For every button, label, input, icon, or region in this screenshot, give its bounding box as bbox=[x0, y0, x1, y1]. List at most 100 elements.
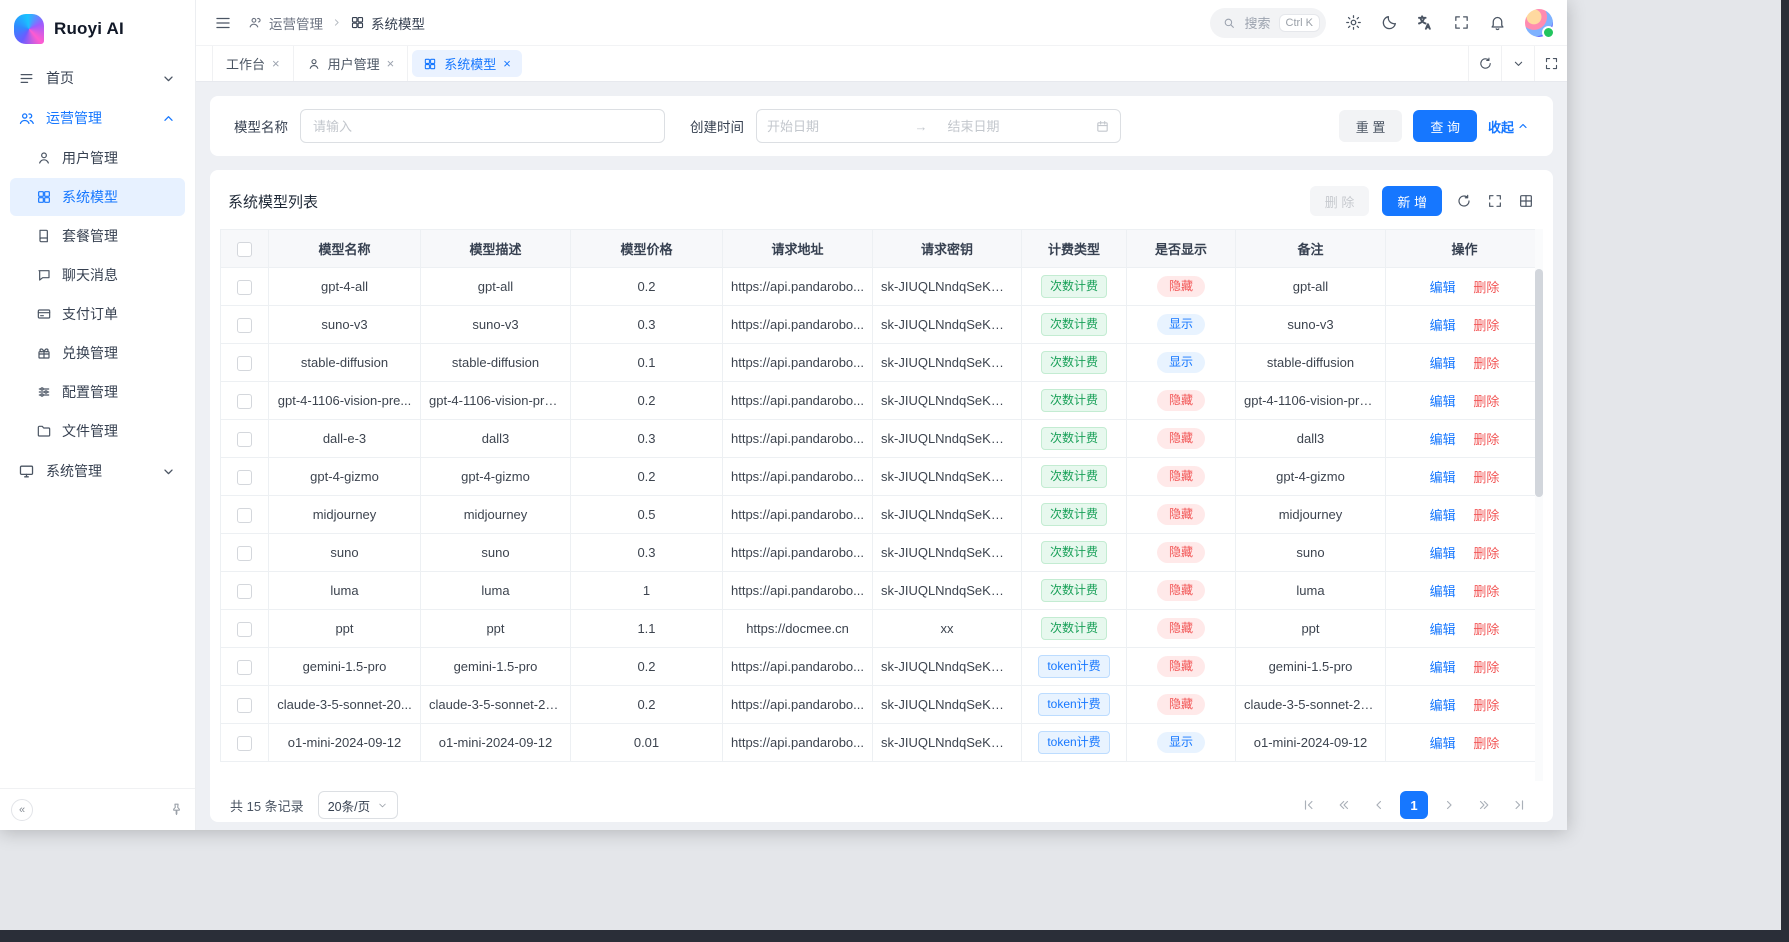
row-checkbox[interactable] bbox=[237, 470, 252, 485]
hamburger-menu-icon[interactable] bbox=[208, 8, 238, 38]
breadcrumb-system-model[interactable]: 系统模型 bbox=[350, 13, 425, 33]
end-date-input[interactable] bbox=[934, 119, 1090, 134]
reset-button[interactable]: 重 置 bbox=[1339, 110, 1403, 142]
sidebar-collapse-button[interactable]: « bbox=[11, 799, 33, 821]
close-icon[interactable]: × bbox=[272, 57, 280, 70]
edit-link[interactable]: 编辑 bbox=[1430, 470, 1456, 485]
last-page-button[interactable] bbox=[1505, 791, 1533, 819]
sidebar-item-chat-messages[interactable]: 聊天消息 bbox=[10, 256, 185, 294]
row-checkbox[interactable] bbox=[237, 280, 252, 295]
page-number-1[interactable]: 1 bbox=[1400, 791, 1428, 819]
model-name-input[interactable] bbox=[300, 109, 665, 143]
chevron-down-icon[interactable] bbox=[1501, 46, 1534, 81]
edit-link[interactable]: 编辑 bbox=[1430, 280, 1456, 295]
sidebar-item-exchange-management[interactable]: 兑换管理 bbox=[10, 334, 185, 372]
row-checkbox[interactable] bbox=[237, 660, 252, 675]
delete-link[interactable]: 删除 bbox=[1473, 280, 1499, 295]
collapse-filter-link[interactable]: 收起 bbox=[1488, 117, 1529, 136]
sidebar-item-config-management[interactable]: 配置管理 bbox=[10, 373, 185, 411]
cell-remark: dall3 bbox=[1236, 420, 1386, 458]
delete-button[interactable]: 删 除 bbox=[1310, 186, 1370, 216]
row-checkbox[interactable] bbox=[237, 432, 252, 447]
language-translate-icon[interactable]: 文A bbox=[1417, 14, 1434, 31]
tab-user-management[interactable]: 用户管理 × bbox=[294, 46, 409, 81]
prev-page-button[interactable] bbox=[1365, 791, 1393, 819]
delete-link[interactable]: 删除 bbox=[1473, 660, 1499, 675]
row-checkbox[interactable] bbox=[237, 356, 252, 371]
fullscreen-icon[interactable] bbox=[1453, 14, 1470, 31]
refresh-icon[interactable] bbox=[1455, 192, 1473, 210]
edit-link[interactable]: 编辑 bbox=[1430, 508, 1456, 523]
refresh-icon[interactable] bbox=[1468, 46, 1501, 81]
delete-link[interactable]: 删除 bbox=[1473, 356, 1499, 371]
delete-link[interactable]: 删除 bbox=[1473, 622, 1499, 637]
next-page-button[interactable] bbox=[1435, 791, 1463, 819]
row-checkbox[interactable] bbox=[237, 622, 252, 637]
edit-link[interactable]: 编辑 bbox=[1430, 622, 1456, 637]
cell-operations: 编辑 删除 bbox=[1386, 420, 1544, 458]
edit-link[interactable]: 编辑 bbox=[1430, 432, 1456, 447]
pin-icon[interactable] bbox=[169, 802, 184, 817]
query-button[interactable]: 查 询 bbox=[1413, 110, 1477, 142]
sidebar-item-home[interactable]: 首页 bbox=[10, 58, 185, 98]
delete-link[interactable]: 删除 bbox=[1473, 698, 1499, 713]
sidebar-item-system-management[interactable]: 系统管理 bbox=[10, 451, 185, 491]
dark-mode-moon-icon[interactable] bbox=[1381, 14, 1398, 31]
row-checkbox[interactable] bbox=[237, 584, 252, 599]
first-page-button[interactable] bbox=[1295, 791, 1323, 819]
tab-workbench[interactable]: 工作台 × bbox=[212, 46, 294, 81]
cell-model-name: ppt bbox=[269, 610, 421, 648]
column-settings-icon[interactable] bbox=[1517, 192, 1535, 210]
notification-bell-icon[interactable] bbox=[1489, 14, 1506, 31]
cell-model-name: gemini-1.5-pro bbox=[269, 648, 421, 686]
edit-link[interactable]: 编辑 bbox=[1430, 356, 1456, 371]
cell-model-name: gpt-4-1106-vision-pre... bbox=[269, 382, 421, 420]
row-checkbox[interactable] bbox=[237, 394, 252, 409]
close-icon[interactable]: × bbox=[387, 57, 395, 70]
tab-system-model[interactable]: 系统模型 × bbox=[412, 50, 522, 77]
row-checkbox[interactable] bbox=[237, 508, 252, 523]
sidebar-item-system-model[interactable]: 系统模型 bbox=[10, 178, 185, 216]
delete-link[interactable]: 删除 bbox=[1473, 432, 1499, 447]
row-checkbox[interactable] bbox=[237, 698, 252, 713]
edit-link[interactable]: 编辑 bbox=[1430, 584, 1456, 599]
sidebar-item-user-management[interactable]: 用户管理 bbox=[10, 139, 185, 177]
select-all-checkbox[interactable] bbox=[237, 242, 252, 257]
date-range-picker[interactable]: → bbox=[756, 109, 1121, 143]
maximize-icon[interactable] bbox=[1534, 46, 1567, 81]
add-button[interactable]: 新 增 bbox=[1382, 186, 1442, 216]
sidebar-item-operations[interactable]: 运营管理 bbox=[10, 98, 185, 138]
page-size-select[interactable]: 20条/页 bbox=[318, 791, 398, 819]
start-date-input[interactable] bbox=[767, 119, 909, 134]
jump-prev-button[interactable] bbox=[1330, 791, 1358, 819]
delete-link[interactable]: 删除 bbox=[1473, 470, 1499, 485]
edit-link[interactable]: 编辑 bbox=[1430, 394, 1456, 409]
breadcrumb-operations[interactable]: 运营管理 bbox=[248, 13, 323, 33]
delete-link[interactable]: 删除 bbox=[1473, 318, 1499, 333]
user-avatar[interactable] bbox=[1525, 9, 1553, 37]
edit-link[interactable]: 编辑 bbox=[1430, 660, 1456, 675]
row-checkbox[interactable] bbox=[237, 318, 252, 333]
delete-link[interactable]: 删除 bbox=[1473, 736, 1499, 751]
vertical-scrollbar[interactable] bbox=[1535, 269, 1543, 497]
global-search[interactable]: 搜索 Ctrl K bbox=[1210, 8, 1326, 38]
delete-link[interactable]: 删除 bbox=[1473, 394, 1499, 409]
close-icon[interactable]: × bbox=[503, 57, 511, 70]
tab-bar: 工作台 × 用户管理 × 系统模型 × bbox=[196, 46, 1567, 82]
delete-link[interactable]: 删除 bbox=[1473, 508, 1499, 523]
fullscreen-icon[interactable] bbox=[1486, 192, 1504, 210]
sidebar-item-package-management[interactable]: 套餐管理 bbox=[10, 217, 185, 255]
edit-link[interactable]: 编辑 bbox=[1430, 736, 1456, 751]
delete-link[interactable]: 删除 bbox=[1473, 546, 1499, 561]
edit-link[interactable]: 编辑 bbox=[1430, 546, 1456, 561]
delete-link[interactable]: 删除 bbox=[1473, 584, 1499, 599]
row-checkbox[interactable] bbox=[237, 736, 252, 751]
row-checkbox[interactable] bbox=[237, 546, 252, 561]
jump-next-button[interactable] bbox=[1470, 791, 1498, 819]
edit-link[interactable]: 编辑 bbox=[1430, 698, 1456, 713]
cell-billing-type: 次数计费 bbox=[1022, 306, 1127, 344]
sidebar-item-file-management[interactable]: 文件管理 bbox=[10, 412, 185, 450]
edit-link[interactable]: 编辑 bbox=[1430, 318, 1456, 333]
settings-gear-icon[interactable] bbox=[1345, 14, 1362, 31]
sidebar-item-payment-orders[interactable]: 支付订单 bbox=[10, 295, 185, 333]
